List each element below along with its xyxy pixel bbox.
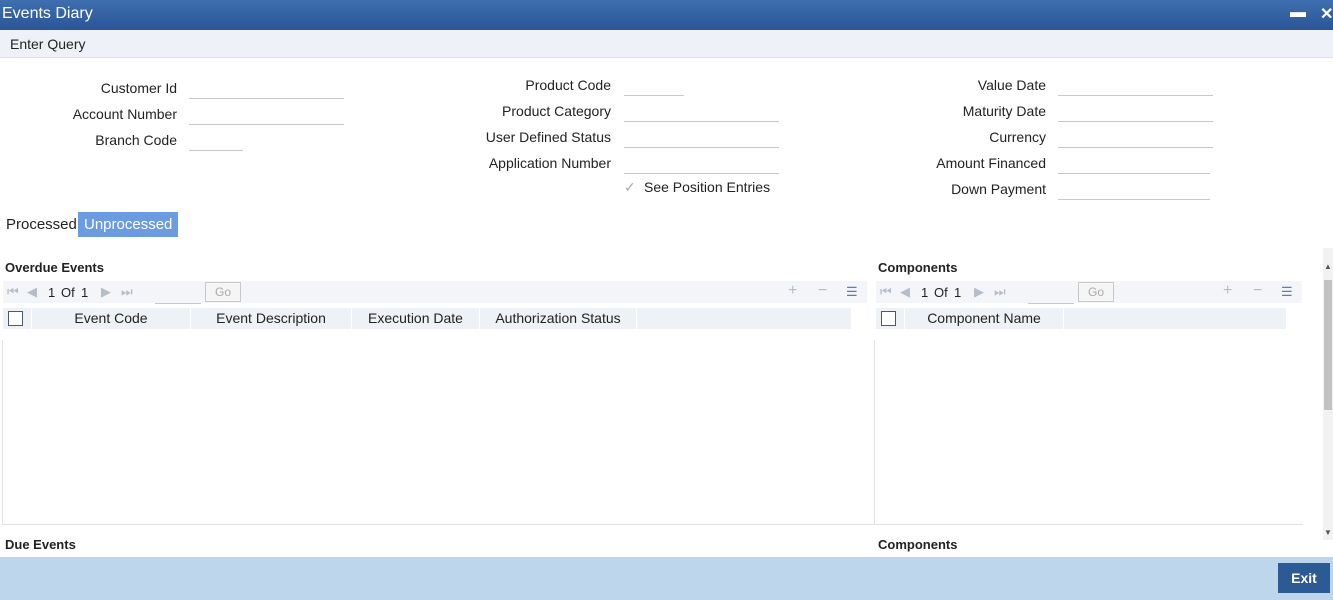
overdue-grid-header: Event Code Event Description Execution D… (3, 308, 851, 329)
overdue-page-input[interactable] (155, 283, 201, 304)
components-grid-header: Component Name (876, 308, 1286, 329)
delete-row-icon[interactable]: − (1253, 282, 1262, 300)
last-page-icon[interactable]: ⏭ (994, 284, 1006, 300)
product-category-label: Product Category (502, 103, 611, 119)
page-current: 1 (48, 285, 56, 300)
col-empty (1063, 308, 1287, 329)
add-row-icon[interactable]: + (788, 282, 797, 300)
delete-row-icon[interactable]: − (818, 282, 827, 300)
first-page-icon[interactable]: ⏮ (7, 284, 19, 300)
col-event-code[interactable]: Event Code (31, 308, 190, 329)
list-view-icon[interactable]: ☰ (846, 284, 858, 300)
account-number-label: Account Number (72, 106, 177, 122)
overdue-pager: ⏮ ◀ 1 Of 1 ▶ ⏭ Go + − ☰ (3, 281, 867, 304)
amount-financed-label: Amount Financed (936, 155, 1046, 171)
col-event-description[interactable]: Event Description (190, 308, 351, 329)
currency-input[interactable] (1058, 129, 1213, 148)
title-bar: Events Diary ▬ ✕ (0, 0, 1333, 30)
due-events-title: Due Events (5, 537, 76, 552)
select-all-checkbox[interactable] (8, 311, 23, 326)
scroll-thumb[interactable] (1324, 280, 1332, 410)
page-of: Of (934, 285, 948, 300)
product-category-input[interactable] (624, 103, 779, 122)
next-page-icon[interactable]: ▶ (974, 284, 984, 300)
application-number-label: Application Number (488, 155, 611, 171)
components-go-button[interactable]: Go (1078, 282, 1114, 302)
amount-financed-input[interactable] (1058, 155, 1210, 174)
check-icon: ✓ (624, 179, 636, 195)
window-title: Events Diary (2, 5, 93, 22)
tab-processed[interactable]: Processed (0, 212, 83, 237)
maturity-date-input[interactable] (1058, 103, 1213, 122)
customer-id-input[interactable] (189, 80, 344, 99)
user-defined-status-label: User Defined Status (485, 129, 611, 145)
page-current: 1 (921, 285, 929, 300)
select-all-checkbox[interactable] (881, 311, 896, 326)
scroll-down-icon[interactable]: ▼ (1323, 528, 1333, 537)
components-bottom-title: Components (878, 537, 958, 552)
account-number-input[interactable] (189, 106, 344, 125)
last-page-icon[interactable]: ⏭ (121, 284, 133, 300)
enter-query-menu[interactable]: Enter Query (10, 36, 85, 52)
see-position-entries-label: See Position Entries (644, 179, 771, 195)
value-date-label: Value Date (977, 77, 1046, 93)
down-payment-label: Down Payment (951, 181, 1046, 197)
first-page-icon[interactable]: ⏮ (880, 284, 892, 300)
menu-bar: Enter Query (0, 30, 1333, 58)
value-date-input[interactable] (1058, 77, 1213, 96)
footer-bar: Exit (0, 557, 1333, 600)
page-of: Of (61, 285, 75, 300)
col-empty (636, 308, 852, 329)
components-top-title: Components (878, 260, 958, 275)
product-code-label: Product Code (525, 77, 611, 93)
branch-code-input[interactable] (189, 132, 243, 151)
page-total: 1 (81, 285, 89, 300)
overdue-events-title: Overdue Events (5, 260, 104, 275)
branch-code-label: Branch Code (95, 132, 177, 148)
components-pager: ⏮ ◀ 1 Of 1 ▶ ⏭ Go + − ☰ (876, 281, 1302, 304)
maturity-date-label: Maturity Date (962, 103, 1046, 119)
currency-label: Currency (989, 129, 1046, 145)
prev-page-icon[interactable]: ◀ (27, 284, 37, 300)
close-icon[interactable]: ✕ (1320, 4, 1333, 24)
scroll-up-icon[interactable]: ▲ (1323, 262, 1333, 271)
add-row-icon[interactable]: + (1223, 282, 1232, 300)
customer-id-label: Customer Id (100, 80, 177, 96)
components-grid-body (874, 340, 1303, 525)
exit-button[interactable]: Exit (1278, 563, 1330, 593)
components-page-input[interactable] (1028, 283, 1074, 304)
col-component-name[interactable]: Component Name (904, 308, 1063, 329)
down-payment-input[interactable] (1058, 181, 1210, 200)
application-number-input[interactable] (624, 155, 779, 174)
prev-page-icon[interactable]: ◀ (900, 284, 910, 300)
overdue-grid-body (2, 340, 875, 525)
col-authorization-status[interactable]: Authorization Status (479, 308, 636, 329)
next-page-icon[interactable]: ▶ (101, 284, 111, 300)
user-defined-status-input[interactable] (624, 129, 779, 148)
vertical-scrollbar[interactable]: ▲ ▼ (1323, 248, 1333, 540)
product-code-input[interactable] (624, 77, 684, 96)
overdue-go-button[interactable]: Go (205, 282, 241, 302)
tab-unprocessed[interactable]: Unprocessed (78, 212, 179, 237)
minimize-icon[interactable]: ▬ (1290, 4, 1306, 22)
list-view-icon[interactable]: ☰ (1281, 284, 1293, 300)
page-total: 1 (954, 285, 962, 300)
col-execution-date[interactable]: Execution Date (351, 308, 479, 329)
